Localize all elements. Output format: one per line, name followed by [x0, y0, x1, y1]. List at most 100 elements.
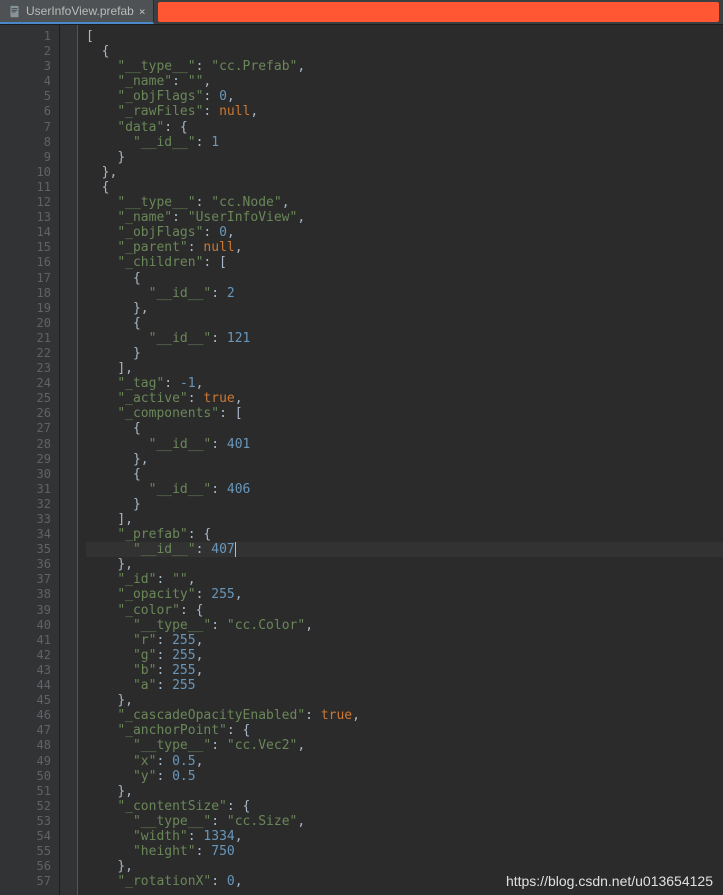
code-line[interactable]: "__type__": "cc.Prefab", — [86, 59, 723, 74]
code-line[interactable]: "_children": [ — [86, 255, 723, 270]
code-line[interactable]: "_active": true, — [86, 391, 723, 406]
code-line[interactable]: } — [86, 346, 723, 361]
line-number: 41 — [20, 633, 51, 648]
line-number: 12 — [20, 195, 51, 210]
line-number: 16 — [20, 255, 51, 270]
code-line[interactable]: "_tag": -1, — [86, 376, 723, 391]
line-number: 4 — [20, 74, 51, 89]
line-number: 42 — [20, 648, 51, 663]
code-line[interactable]: "_components": [ — [86, 406, 723, 421]
tab-filename: UserInfoView.prefab — [26, 4, 134, 18]
code-line[interactable]: ], — [86, 512, 723, 527]
line-number: 19 — [20, 301, 51, 316]
line-number: 26 — [20, 406, 51, 421]
code-line[interactable]: }, — [86, 165, 723, 180]
code-line[interactable]: "_objFlags": 0, — [86, 89, 723, 104]
line-number: 3 — [20, 59, 51, 74]
code-line[interactable]: { — [86, 180, 723, 195]
code-line[interactable]: "x": 0.5, — [86, 754, 723, 769]
file-tab-active[interactable]: UserInfoView.prefab × — [0, 0, 154, 24]
code-line[interactable]: [ — [86, 29, 723, 44]
code-line[interactable]: "_anchorPoint": { — [86, 723, 723, 738]
code-line[interactable]: "_cascadeOpacityEnabled": true, — [86, 708, 723, 723]
code-line[interactable]: "_prefab": { — [86, 527, 723, 542]
line-number: 35 — [20, 542, 51, 557]
code-line[interactable]: "r": 255, — [86, 633, 723, 648]
watermark-text: https://blog.csdn.net/u013654125 — [506, 873, 713, 889]
code-line[interactable]: "__type__": "cc.Color", — [86, 618, 723, 633]
line-number: 43 — [20, 663, 51, 678]
line-number: 21 — [20, 331, 51, 346]
line-number: 39 — [20, 603, 51, 618]
line-number: 53 — [20, 814, 51, 829]
code-line[interactable]: "__id__": 1 — [86, 135, 723, 150]
code-line[interactable]: { — [86, 316, 723, 331]
code-line[interactable]: "data": { — [86, 120, 723, 135]
line-number: 13 — [20, 210, 51, 225]
code-line[interactable]: ], — [86, 361, 723, 376]
code-line[interactable]: "g": 255, — [86, 648, 723, 663]
code-line[interactable]: }, — [86, 557, 723, 572]
line-number: 7 — [20, 120, 51, 135]
code-line[interactable]: { — [86, 467, 723, 482]
code-line[interactable]: "_name": "", — [86, 74, 723, 89]
code-line[interactable]: "_id": "", — [86, 572, 723, 587]
code-line[interactable]: "__id__": 407 — [86, 542, 723, 557]
line-number: 45 — [20, 693, 51, 708]
code-line[interactable]: { — [86, 44, 723, 59]
code-line[interactable]: "_contentSize": { — [86, 799, 723, 814]
code-line[interactable]: }, — [86, 452, 723, 467]
line-number: 32 — [20, 497, 51, 512]
line-number: 6 — [20, 104, 51, 119]
code-line[interactable]: }, — [86, 859, 723, 874]
line-number: 34 — [20, 527, 51, 542]
line-number: 36 — [20, 557, 51, 572]
code-line[interactable]: "_name": "UserInfoView", — [86, 210, 723, 225]
line-number: 44 — [20, 678, 51, 693]
code-line[interactable]: "_objFlags": 0, — [86, 225, 723, 240]
fold-bar — [60, 25, 78, 895]
code-line[interactable]: }, — [86, 301, 723, 316]
code-line[interactable]: "a": 255 — [86, 678, 723, 693]
close-icon[interactable]: × — [139, 5, 146, 18]
line-number-gutter: 1234567891011121314151617181920212223242… — [0, 25, 60, 895]
code-line[interactable]: "__id__": 401 — [86, 437, 723, 452]
code-line[interactable]: "b": 255, — [86, 663, 723, 678]
line-number: 47 — [20, 723, 51, 738]
code-line[interactable]: "__type__": "cc.Size", — [86, 814, 723, 829]
code-line[interactable]: { — [86, 271, 723, 286]
code-line[interactable]: "__id__": 121 — [86, 331, 723, 346]
tab-redacted[interactable] — [158, 2, 719, 22]
tab-bar: UserInfoView.prefab × — [0, 0, 723, 25]
code-line[interactable]: { — [86, 421, 723, 436]
code-line[interactable]: }, — [86, 693, 723, 708]
code-line[interactable]: "_opacity": 255, — [86, 587, 723, 602]
line-number: 28 — [20, 437, 51, 452]
line-number: 33 — [20, 512, 51, 527]
code-line[interactable]: "__id__": 406 — [86, 482, 723, 497]
line-number: 10 — [20, 165, 51, 180]
code-line[interactable]: "y": 0.5 — [86, 769, 723, 784]
line-number: 9 — [20, 150, 51, 165]
code-line[interactable]: } — [86, 150, 723, 165]
line-number: 37 — [20, 572, 51, 587]
code-line[interactable]: "_parent": null, — [86, 240, 723, 255]
code-line[interactable]: "_color": { — [86, 603, 723, 618]
code-line[interactable]: "__type__": "cc.Vec2", — [86, 738, 723, 753]
line-number: 54 — [20, 829, 51, 844]
code-editor[interactable]: 1234567891011121314151617181920212223242… — [0, 25, 723, 895]
line-number: 17 — [20, 271, 51, 286]
code-line[interactable]: "height": 750 — [86, 844, 723, 859]
code-line[interactable]: } — [86, 497, 723, 512]
line-number: 24 — [20, 376, 51, 391]
line-number: 8 — [20, 135, 51, 150]
code-line[interactable]: "__id__": 2 — [86, 286, 723, 301]
line-number: 20 — [20, 316, 51, 331]
code-area[interactable]: [ { "__type__": "cc.Prefab", "_name": ""… — [78, 25, 723, 895]
code-line[interactable]: "__type__": "cc.Node", — [86, 195, 723, 210]
code-line[interactable]: "_rawFiles": null, — [86, 104, 723, 119]
line-number: 49 — [20, 754, 51, 769]
line-number: 50 — [20, 769, 51, 784]
code-line[interactable]: }, — [86, 784, 723, 799]
code-line[interactable]: "width": 1334, — [86, 829, 723, 844]
